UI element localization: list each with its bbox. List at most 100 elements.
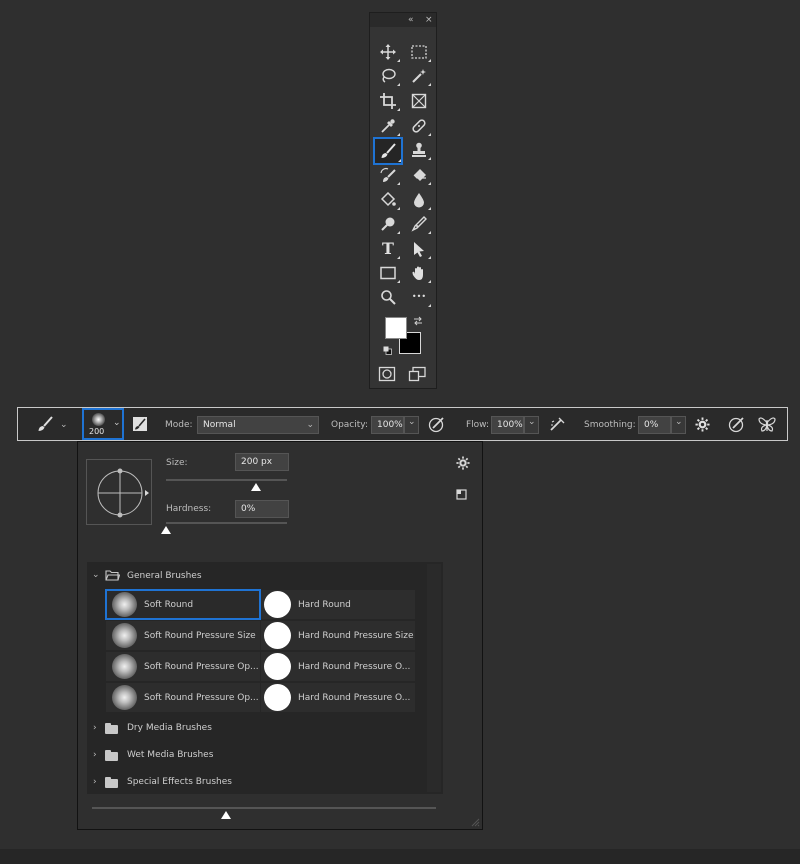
brush-icon	[381, 143, 396, 158]
marquee-tool[interactable]	[407, 41, 431, 63]
eyedropper-icon	[381, 119, 395, 133]
brush-settings-toggle[interactable]	[132, 416, 148, 432]
screen-mode-button[interactable]	[408, 366, 426, 382]
stamp-tool[interactable]	[407, 139, 431, 161]
brush-tool[interactable]	[373, 137, 403, 165]
airbrush-toggle[interactable]	[549, 416, 566, 433]
preview-size-slider[interactable]	[92, 807, 436, 809]
flow-dropdown[interactable]: ⌄	[524, 416, 539, 434]
soft-brush-thumb	[112, 654, 137, 679]
group-dry-media-brushes[interactable]: › Dry Media Brushes	[90, 719, 420, 743]
hardness-input[interactable]: 0%	[235, 500, 289, 518]
symmetry-button[interactable]	[758, 416, 776, 433]
resize-grip-icon[interactable]	[470, 817, 480, 827]
paint-bucket-icon	[380, 192, 396, 207]
move-tool[interactable]	[376, 41, 400, 63]
close-icon[interactable]: ×	[425, 14, 433, 26]
tools-panel-header[interactable]: « ×	[370, 13, 436, 27]
chevron-down-icon: ⌄	[92, 570, 100, 580]
group-general-brushes[interactable]: ⌄ General Brushes	[90, 566, 420, 590]
brush-soft-round-pressure-size[interactable]: Soft Round Pressure Size	[106, 621, 260, 650]
default-colors-icon[interactable]	[383, 346, 392, 355]
smoothing-label: Smoothing:	[584, 420, 636, 430]
collapse-icon[interactable]: «	[408, 14, 414, 26]
more-icon: •••	[411, 292, 427, 301]
rectangle-tool[interactable]	[376, 262, 400, 284]
smoothing-options-button[interactable]	[695, 417, 710, 432]
history-brush-icon	[380, 167, 396, 182]
zoom-tool[interactable]	[376, 286, 400, 308]
smoothing-input[interactable]: 0%	[638, 416, 671, 434]
chevron-down-icon: ⌄	[528, 417, 536, 427]
healing-tool[interactable]	[407, 115, 431, 137]
brush-icon	[38, 416, 53, 431]
mode-select[interactable]: Normal ⌄	[197, 416, 319, 434]
soft-brush-thumb	[112, 623, 137, 648]
picker-settings-button[interactable]	[456, 456, 470, 470]
pressure-opacity-toggle[interactable]	[428, 416, 445, 433]
blur-drop-icon	[414, 193, 424, 208]
path-select-tool[interactable]	[407, 238, 431, 260]
tool-preset-picker[interactable]	[37, 416, 53, 432]
brush-soft-round-pressure-opacity[interactable]: Soft Round Pressure Op...	[106, 652, 260, 681]
soft-brush-thumb	[112, 592, 137, 617]
quick-mask-icon	[378, 366, 396, 382]
hardness-slider[interactable]	[166, 522, 287, 524]
opacity-input[interactable]: 100%	[371, 416, 404, 434]
quick-mask-button[interactable]	[378, 366, 396, 382]
blur-tool[interactable]	[407, 189, 431, 211]
smoothing-dropdown[interactable]: ⌄	[671, 416, 686, 434]
frame-tool[interactable]	[407, 90, 431, 112]
brush-angle-preview[interactable]	[86, 459, 152, 525]
chevron-down-icon[interactable]: ⌄	[60, 419, 68, 431]
group-wet-media-brushes[interactable]: › Wet Media Brushes	[90, 746, 420, 770]
arrow-icon	[414, 242, 424, 257]
flow-input[interactable]: 100%	[491, 416, 524, 434]
pen-icon	[411, 216, 427, 232]
preview-size-slider-thumb[interactable]	[221, 811, 232, 819]
pressure-icon	[428, 417, 444, 433]
brush-soft-round[interactable]: Soft Round	[105, 589, 261, 620]
bandage-icon	[412, 119, 426, 133]
hardness-slider-thumb[interactable]	[161, 526, 171, 534]
size-slider[interactable]	[166, 479, 287, 481]
crop-tool[interactable]	[376, 90, 400, 112]
group-special-effects-brushes[interactable]: › Special Effects Brushes	[90, 773, 420, 797]
gear-icon	[695, 417, 710, 432]
more-tools[interactable]: •••	[407, 286, 431, 308]
brush-hard-round-pressure-opacity-2[interactable]: Hard Round Pressure O...	[261, 683, 415, 712]
eyedropper-tool[interactable]	[376, 115, 400, 137]
hand-tool[interactable]	[407, 262, 431, 284]
magic-wand-tool[interactable]	[407, 65, 431, 87]
brush-hard-round-pressure-opacity[interactable]: Hard Round Pressure O...	[261, 652, 415, 681]
pressure-size-toggle[interactable]	[728, 416, 745, 433]
brush-tip-diagram	[97, 468, 149, 518]
brush-hard-round-pressure-size[interactable]: Hard Round Pressure Size	[261, 621, 415, 650]
new-preset-icon	[456, 489, 467, 500]
brush-list-scrollbar[interactable]	[427, 564, 441, 792]
type-tool[interactable]: T	[376, 238, 400, 260]
size-input[interactable]: 200 px	[235, 453, 289, 471]
chevron-down-icon: ⌄	[113, 418, 121, 428]
size-label: Size:	[166, 458, 188, 468]
history-brush-tool[interactable]	[376, 164, 400, 186]
opacity-label: Opacity:	[331, 420, 368, 430]
hard-brush-thumb	[264, 653, 291, 680]
brush-label: Soft Round Pressure Op...	[144, 693, 259, 703]
brush-label: Soft Round Pressure Size	[144, 631, 256, 641]
lasso-tool[interactable]	[376, 65, 400, 87]
eraser-tool[interactable]	[407, 164, 431, 186]
brush-hard-round[interactable]: Hard Round	[261, 590, 415, 619]
foreground-color-swatch[interactable]	[385, 317, 407, 339]
brush-soft-round-pressure-opacity-2[interactable]: Soft Round Pressure Op...	[106, 683, 260, 712]
pen-tool[interactable]	[407, 213, 431, 235]
size-slider-thumb[interactable]	[250, 483, 261, 491]
paint-bucket-tool[interactable]	[376, 189, 400, 211]
brush-preset-picker[interactable]: 200 ⌄	[82, 408, 124, 440]
magic-wand-icon	[412, 69, 426, 83]
swap-colors-icon[interactable]	[413, 316, 423, 326]
opacity-dropdown[interactable]: ⌄	[404, 416, 419, 434]
dodge-tool[interactable]	[376, 213, 400, 235]
new-preset-button[interactable]	[456, 489, 467, 500]
hard-brush-thumb	[264, 591, 291, 618]
